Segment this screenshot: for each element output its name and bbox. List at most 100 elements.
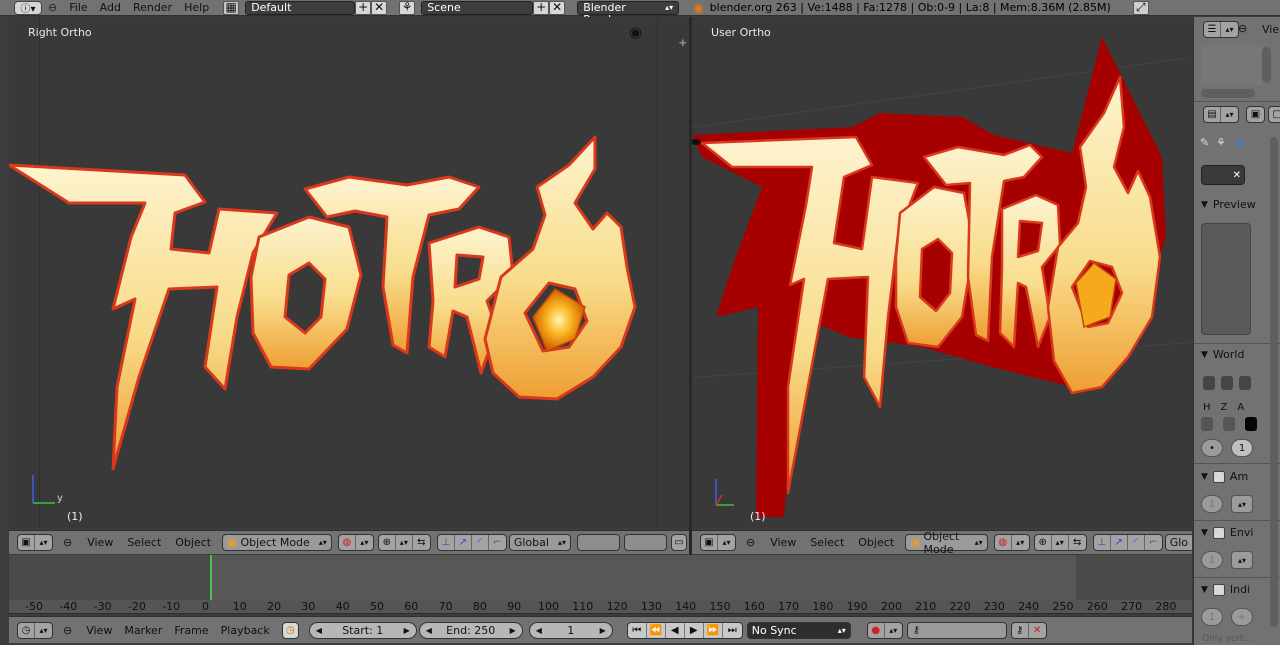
translate-icon[interactable]: ↗ bbox=[455, 535, 472, 550]
current-frame-cursor[interactable] bbox=[210, 555, 212, 600]
indirect-lighting-panel-header[interactable]: ▼ Indi bbox=[1201, 583, 1250, 596]
menu-object[interactable]: Object bbox=[851, 536, 901, 549]
properties-scrollbar[interactable] bbox=[1270, 137, 1278, 627]
insert-keyframe-button[interactable]: ⚷ ✕ bbox=[1010, 621, 1047, 639]
pin-icon[interactable]: ✎ bbox=[1200, 136, 1209, 149]
world-datablock-field[interactable]: ✕ bbox=[1201, 165, 1245, 185]
outliner-view-menu[interactable]: Vie bbox=[1262, 23, 1279, 36]
scene-field[interactable]: Scene bbox=[421, 0, 534, 15]
preview-range-button[interactable]: ◷ bbox=[281, 621, 299, 639]
menu-playback[interactable]: Playback bbox=[215, 624, 276, 637]
outliner-hscrollbar[interactable] bbox=[1201, 89, 1255, 98]
transform-manipulators[interactable]: ⊥ ↗ ◜ ⌐ bbox=[436, 534, 507, 551]
editor-type-button[interactable]: ▣ ▴▾ bbox=[17, 534, 53, 551]
world-panel-header[interactable]: ▼ World bbox=[1201, 348, 1244, 361]
mode-dropdown[interactable]: ▣ Object Mode ▴▾ bbox=[905, 530, 988, 556]
viewport-user-ortho[interactable]: User Ortho (1) bbox=[692, 17, 1192, 528]
end-frame-field[interactable]: ◀ End: 250 ▶ bbox=[418, 621, 523, 639]
keying-set-field[interactable]: ⚷ bbox=[906, 621, 1007, 639]
add-scene-button[interactable]: + bbox=[533, 0, 550, 15]
current-frame-field[interactable]: ◀ 1 ▶ bbox=[528, 621, 613, 639]
outliner-editor-type-button[interactable]: ☰ ▴▾ bbox=[1203, 21, 1239, 38]
transform-manipulators[interactable]: ⊥ ↗ ◜ ⌐ bbox=[1092, 534, 1163, 551]
unlink-icon[interactable]: ✕ bbox=[1233, 170, 1241, 181]
remove-scene-button[interactable]: ✕ bbox=[549, 0, 566, 15]
counter-minus[interactable]: • bbox=[1201, 439, 1223, 457]
ambient-color-swatch[interactable] bbox=[1245, 417, 1257, 431]
screen-layout-icon[interactable]: ▦ bbox=[223, 0, 240, 15]
jump-start-icon[interactable]: ⏮ bbox=[628, 622, 647, 638]
outliner-area[interactable] bbox=[1201, 45, 1263, 85]
viewport-corner-plus[interactable]: ✚ bbox=[679, 39, 687, 49]
collapse-menu-icon[interactable]: ⊖ bbox=[746, 536, 755, 549]
menu-frame[interactable]: Frame bbox=[168, 624, 214, 637]
ambient-occlusion-checkbox[interactable] bbox=[1212, 470, 1225, 483]
orientation-dropdown[interactable]: Glo bbox=[1164, 534, 1192, 551]
zenith-color-swatch[interactable] bbox=[1223, 417, 1235, 431]
timeline-area[interactable] bbox=[9, 555, 1192, 600]
render-engine-dropdown[interactable]: Blender Render ▴▾ bbox=[577, 0, 680, 25]
horizon-color-swatch[interactable] bbox=[1201, 417, 1213, 431]
timeline-ruler[interactable]: -50 -40 -30 -20 -10 0 10 20 30 40 50 60 70 80 90 100 110… bbox=[9, 600, 1192, 614]
play-reverse-icon[interactable]: ◀ bbox=[666, 622, 685, 638]
globe-icon[interactable]: ◍ bbox=[1234, 136, 1244, 149]
menu-object[interactable]: Object bbox=[168, 536, 218, 549]
counter-value[interactable]: 1 bbox=[1231, 439, 1253, 457]
screen-layout-field[interactable]: Default bbox=[245, 0, 356, 15]
menu-add[interactable]: Add bbox=[94, 1, 127, 14]
environment-lighting-panel-header[interactable]: ▼ Envi bbox=[1201, 526, 1253, 539]
sync-dropdown[interactable]: No Sync ▴▾ bbox=[746, 621, 851, 639]
collapse-menu-icon[interactable]: ⊖ bbox=[63, 624, 72, 637]
menu-render[interactable]: Render bbox=[127, 1, 178, 14]
hotro-logo-front[interactable] bbox=[9, 17, 689, 528]
paper-sky-toggle[interactable] bbox=[1203, 376, 1215, 390]
menu-help[interactable]: Help bbox=[178, 1, 215, 14]
layer-buttons-a[interactable] bbox=[577, 534, 620, 551]
menu-select[interactable]: Select bbox=[120, 536, 168, 549]
blend-sky-toggle[interactable] bbox=[1221, 376, 1233, 390]
scale-icon[interactable]: ⌐ bbox=[489, 535, 506, 550]
menu-view[interactable]: View bbox=[763, 536, 803, 549]
jump-end-icon[interactable]: ⏭ bbox=[723, 623, 742, 638]
auto-keyframe-button[interactable]: ● ▴▾ bbox=[866, 621, 903, 639]
menu-view[interactable]: View bbox=[80, 536, 120, 549]
menu-select[interactable]: Select bbox=[803, 536, 851, 549]
editor-type-button[interactable]: ▣ ▴▾ bbox=[700, 534, 736, 551]
editor-type-button[interactable]: ◷ ▴▾ bbox=[17, 621, 53, 639]
indirect-plus[interactable]: + bbox=[1231, 608, 1253, 626]
jump-keyframe-back-icon[interactable]: ⏪ bbox=[647, 622, 666, 638]
collapse-menu-icon[interactable]: ⊖ bbox=[1238, 22, 1247, 35]
viewport-shading-button[interactable]: ◍ ▴▾ bbox=[993, 534, 1030, 551]
scene-context-button[interactable]: ▢ bbox=[1268, 106, 1280, 123]
ao-field[interactable]: 1 bbox=[1201, 495, 1223, 513]
scale-icon[interactable]: ⌐ bbox=[1145, 535, 1162, 550]
environment-lighting-checkbox[interactable] bbox=[1212, 526, 1225, 539]
menu-marker[interactable]: Marker bbox=[118, 624, 168, 637]
editor-type-info-button[interactable]: ⓘ▾ bbox=[14, 0, 42, 15]
rotate-icon[interactable]: ◜ bbox=[472, 535, 489, 550]
menu-file[interactable]: File bbox=[63, 1, 93, 14]
pivot-button[interactable]: ⊕ ▴▾ ⇆ bbox=[377, 534, 431, 551]
viewport-shading-button[interactable]: ◍ ▴▾ bbox=[337, 534, 374, 551]
play-icon[interactable]: ▶ bbox=[685, 622, 704, 638]
scene-icon[interactable]: ⚘ bbox=[399, 0, 416, 15]
menu-view[interactable]: View bbox=[80, 624, 118, 637]
add-screen-button[interactable]: + bbox=[355, 0, 372, 15]
real-sky-toggle[interactable] bbox=[1239, 376, 1251, 390]
lock-layers-button[interactable]: ▭ bbox=[671, 534, 687, 551]
world-context-icon[interactable]: ⚘ bbox=[1216, 136, 1226, 149]
viewport-right-ortho[interactable]: Right Ortho ◉ y (1) ✚ bbox=[9, 17, 689, 528]
collapse-menu-icon[interactable]: ⊖ bbox=[48, 1, 57, 14]
indirect-lighting-checkbox[interactable] bbox=[1212, 583, 1225, 596]
fullscreen-toggle-icon[interactable]: ⤢ bbox=[1132, 0, 1149, 15]
preview-panel-header[interactable]: ▼ Preview bbox=[1201, 198, 1256, 211]
pivot-button[interactable]: ⊕ ▴▾ ⇆ bbox=[1033, 534, 1087, 551]
collapse-menu-icon[interactable]: ⊖ bbox=[63, 536, 72, 549]
rotate-icon[interactable]: ◜ bbox=[1128, 535, 1145, 550]
render-context-button[interactable]: ▣ bbox=[1246, 106, 1265, 123]
orientation-dropdown[interactable]: Global ▴▾ bbox=[508, 534, 571, 551]
translate-icon[interactable]: ↗ bbox=[1111, 535, 1128, 550]
env-dropdown[interactable]: ▴▾ bbox=[1231, 551, 1253, 569]
outliner-scrollbar[interactable] bbox=[1262, 47, 1271, 83]
start-frame-field[interactable]: ◀ Start: 1 ▶ bbox=[308, 621, 417, 639]
